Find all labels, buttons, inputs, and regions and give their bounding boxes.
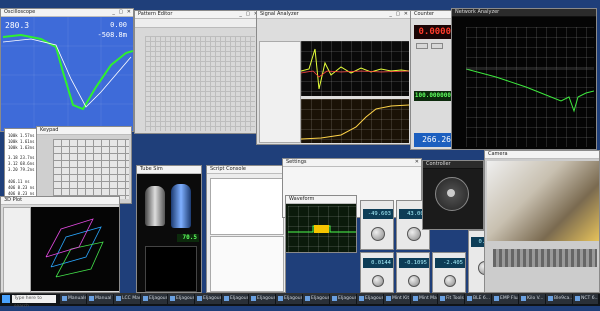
tube-titlebar[interactable]: Tube Sim xyxy=(137,166,201,174)
meas-line: 100k 1.61ns xyxy=(8,139,35,144)
waveform-trace xyxy=(288,225,356,233)
tube-window: Tube Sim 70.5 xyxy=(136,165,202,293)
meter-knob[interactable] xyxy=(372,275,384,287)
taskbar-item[interactable]: Manuals xyxy=(60,294,86,304)
start-button-icon[interactable] xyxy=(2,295,10,303)
dialog-titlebar[interactable]: Settings ✕ xyxy=(283,159,421,167)
taskbar-item[interactable]: Eljagoun3... xyxy=(195,294,221,304)
network-analyzer-titlebar[interactable]: Network Analyzer xyxy=(452,9,596,17)
matrix-titlebar[interactable]: Pattern Editor _ ▢ ✕ xyxy=(135,11,260,19)
taskbar-item[interactable]: Eljagoun7... xyxy=(303,294,329,304)
taskbar-item[interactable]: Eljagoun9... xyxy=(357,294,383,304)
frequency-display: 100.000000 xyxy=(414,91,453,101)
console-text-area[interactable] xyxy=(210,178,284,235)
waveform-titlebar[interactable]: Waveform xyxy=(286,196,356,204)
counter-window: Counter 0.0000 100.000000 266.26 xyxy=(410,10,455,150)
taskbar-item[interactable]: EMP Flux Li... xyxy=(492,294,518,304)
counter-button[interactable] xyxy=(416,43,428,49)
meter-knob[interactable] xyxy=(408,275,420,287)
taskbar-item[interactable]: Eljagoun6... xyxy=(276,294,302,304)
taskbar-item[interactable]: Eljagoun5... xyxy=(249,294,275,304)
console-titlebar[interactable]: Script Console xyxy=(207,166,285,174)
meas-line: 3.12 68.6ns xyxy=(8,161,35,166)
matrix-toolbar xyxy=(135,19,260,28)
taskbar-item[interactable]: BLE 6... xyxy=(465,294,491,304)
meter-value: 0.0144 xyxy=(363,258,393,268)
matrix-grid[interactable] xyxy=(145,36,255,131)
counter-display: 0.0000 xyxy=(414,25,453,39)
joystick-titlebar[interactable]: Controller xyxy=(423,161,483,169)
meter-tile-3: 0.0144 xyxy=(360,252,394,293)
console-window: Script Console xyxy=(206,165,286,293)
plot3d-titlebar[interactable]: 3D Plot xyxy=(1,197,119,205)
camera-titlebar[interactable]: Camera xyxy=(485,151,599,159)
taskbar-item[interactable]: Eljagoun1... xyxy=(141,294,167,304)
plot3d-window: 3D Plot xyxy=(0,196,120,293)
counter-titlebar[interactable]: Counter xyxy=(411,11,454,19)
meas-line: 406 8.23 ns xyxy=(8,185,35,190)
tuning-meter-value: 70.5 xyxy=(177,234,199,242)
taskbar-item[interactable]: Mint Kit xyxy=(384,294,410,304)
console-output xyxy=(210,236,284,292)
taskbar-item[interactable]: NCT 6... xyxy=(573,294,598,304)
meter-tile-5: -2.405 xyxy=(432,252,466,293)
meter-knob[interactable] xyxy=(371,227,385,241)
meter-value: -2.405 xyxy=(435,258,465,268)
matrix-window: Pattern Editor _ ▢ ✕ xyxy=(134,10,261,134)
scope-titlebar[interactable]: Oscilloscope _ ▢ ✕ xyxy=(1,9,133,17)
plot3d-trace xyxy=(45,218,104,278)
tuning-meter-screen xyxy=(145,246,197,292)
network-analyzer-trace xyxy=(466,68,594,113)
window-controls[interactable]: _ ▢ ✕ xyxy=(389,11,409,18)
window-controls[interactable]: ✕ xyxy=(415,159,420,166)
scope-window: Oscilloscope _ ▢ ✕ 280.3 0.00 -508.8m xyxy=(0,8,134,132)
taskbar-item[interactable]: Ble9ca... xyxy=(546,294,572,304)
camera-strip xyxy=(493,249,597,267)
meas-line: 3.20 79.2ns xyxy=(8,167,35,172)
meas-line: 100k 1.57ns xyxy=(8,133,35,138)
analyzer-window: Signal Analyzer _ ▢ ✕ xyxy=(256,10,411,145)
digital-meter-display: 266.26 xyxy=(414,133,453,147)
meter-knob[interactable] xyxy=(407,227,421,241)
window-controls[interactable]: _ ▢ ✕ xyxy=(112,9,132,16)
taskbar-item[interactable]: Eljagoun4... xyxy=(222,294,248,304)
taskbar-item[interactable]: LCC Manual... xyxy=(114,294,140,304)
meter-tile-4: -0.1095 xyxy=(396,252,430,293)
camera-window: Camera xyxy=(484,150,600,293)
meter-knob[interactable] xyxy=(444,275,456,287)
network-analyzer-window: Network Analyzer xyxy=(451,8,597,150)
taskbar-item[interactable]: Kilo V... xyxy=(519,294,545,304)
measurement-list-window: 100k 1.57ns 100k 1.61ns 100k 1.63ns 3.18… xyxy=(4,128,40,198)
keypad-window: Keypad xyxy=(36,126,132,204)
counter-button-2[interactable] xyxy=(431,43,443,49)
analyzer-trace-top xyxy=(301,48,409,90)
joystick-center-icon xyxy=(447,189,455,197)
tube-left xyxy=(145,186,165,226)
taskbar-search-input[interactable]: Type here to search xyxy=(12,295,56,309)
meas-line: 100k 1.63ns xyxy=(8,145,35,150)
taskbar-item[interactable]: Eljagoun8... xyxy=(330,294,356,304)
meter-value: -49.603 xyxy=(363,209,393,219)
meter-tile-1: -49.603 xyxy=(360,200,394,250)
analyzer-trace-bottom xyxy=(301,104,409,140)
keypad-grid[interactable] xyxy=(53,139,129,199)
taskbar-item[interactable]: Mint Manager xyxy=(411,294,437,304)
taskbar-item[interactable]: Fit Tools xyxy=(438,294,464,304)
tube-right xyxy=(171,184,191,228)
camera-feed xyxy=(487,161,599,241)
meas-line: 3.18 23.7ns xyxy=(8,155,35,160)
keypad-titlebar[interactable]: Keypad xyxy=(37,127,131,135)
plot3d-settings[interactable] xyxy=(3,207,31,292)
joystick-window: Controller xyxy=(422,160,484,230)
taskbar-item[interactable]: Manual T... xyxy=(87,294,113,304)
meter-value: -0.1095 xyxy=(399,258,429,268)
waveform-window: Waveform xyxy=(285,195,357,253)
analyzer-settings-panel[interactable] xyxy=(259,41,301,143)
taskbar-item[interactable]: Eljagoun2... xyxy=(168,294,194,304)
analyzer-titlebar[interactable]: Signal Analyzer _ ▢ ✕ xyxy=(257,11,410,19)
scope-trace xyxy=(1,17,133,131)
meas-line: 406.11 ns xyxy=(8,179,30,184)
